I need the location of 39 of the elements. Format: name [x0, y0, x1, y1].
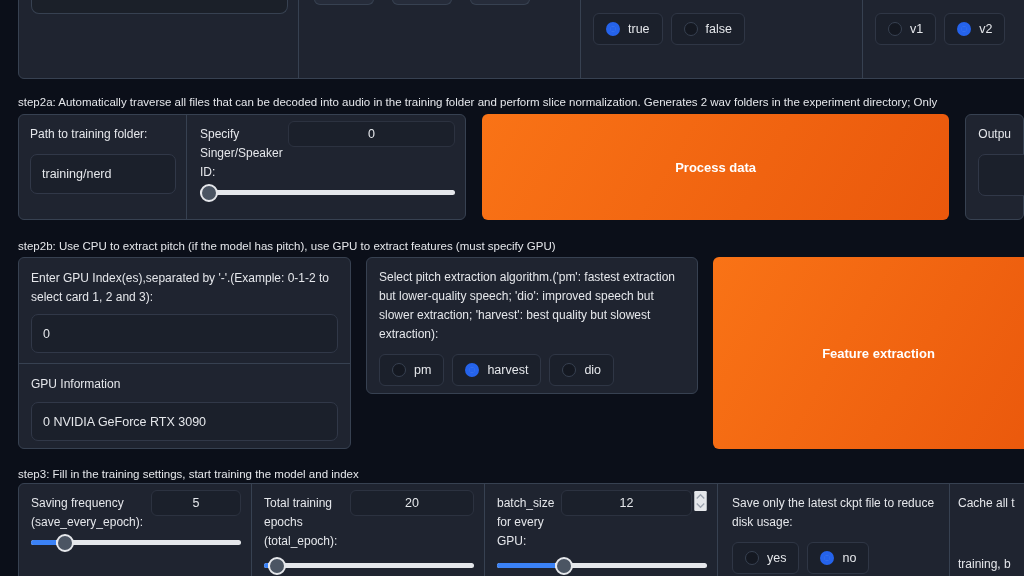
number-field[interactable]: 12 [561, 490, 692, 516]
field-label: Total training epochs (total_epoch): [264, 495, 339, 550]
slider[interactable] [497, 557, 707, 575]
radio-option[interactable]: harvest [452, 354, 542, 386]
radio-option[interactable]: v1 [875, 13, 937, 45]
folder-field[interactable]: training/nerd [30, 154, 176, 194]
label-text: training, b [958, 556, 1012, 573]
radio-option[interactable]: v2 [944, 13, 1006, 45]
section-heading: step2a: Automatically traverse all files that can be decoded into audio in the training folder and perform slice normalization. Generates 2 wav folders in the experiment directory; Only [18, 96, 939, 108]
radio-option[interactable]: dio [549, 354, 615, 386]
slider-thumb[interactable] [55, 534, 74, 552]
field-label: Enter GPU Index(es),separated by '-'.(Example: 0-1-2 to select card 1, 2 and 3): [31, 270, 331, 306]
number-field[interactable]: 20 [350, 490, 474, 516]
slider-thumb[interactable] [200, 184, 218, 202]
slider[interactable] [200, 184, 455, 202]
section-heading: step3: Fill in the training settings, start training the model and index [18, 468, 360, 480]
field-label: Specify Singer/Speaker ID: [200, 126, 284, 181]
field-label: Saving frequency (save_every_epoch): [31, 495, 145, 531]
slider-thumb[interactable] [267, 557, 286, 575]
gpu-info-field[interactable]: 0 NVIDIA GeForce RTX 3090 [31, 402, 338, 441]
radio-option[interactable]: no [807, 542, 870, 574]
number-field[interactable]: 0 [288, 121, 455, 147]
number-field[interactable]: 5 [151, 490, 241, 516]
field-label: Select pitch extraction algorithm.('pm': fastest extraction but lower-quality speech; 'dio': improved speech but slower extraction; 'harvest': best quality but slowest extraction): [379, 269, 677, 343]
gpu-index-field[interactable]: 0 [31, 314, 338, 353]
radio-option[interactable]: true [593, 13, 663, 45]
slider[interactable] [264, 557, 474, 575]
field-label: batch_size for every GPU: [497, 495, 556, 550]
field-label: Save only the latest ckpt file to reduce disk usage: [732, 495, 936, 531]
field-label: Outpu [978, 126, 1011, 143]
slider-thumb[interactable] [554, 557, 573, 575]
radio-option[interactable]: false [670, 13, 745, 45]
field-label: Path to training folder: [30, 126, 149, 143]
radio-option[interactable]: yes [732, 542, 800, 574]
slider[interactable] [31, 534, 241, 552]
section-heading: step2b: Use CPU to extract pitch (if the model has pitch), use GPU to extract features (must specify GPU) [18, 240, 557, 252]
radio-option[interactable]: pm [379, 354, 445, 386]
field-label: GPU Information [31, 376, 122, 393]
label-text: Cache all t [958, 495, 1016, 512]
